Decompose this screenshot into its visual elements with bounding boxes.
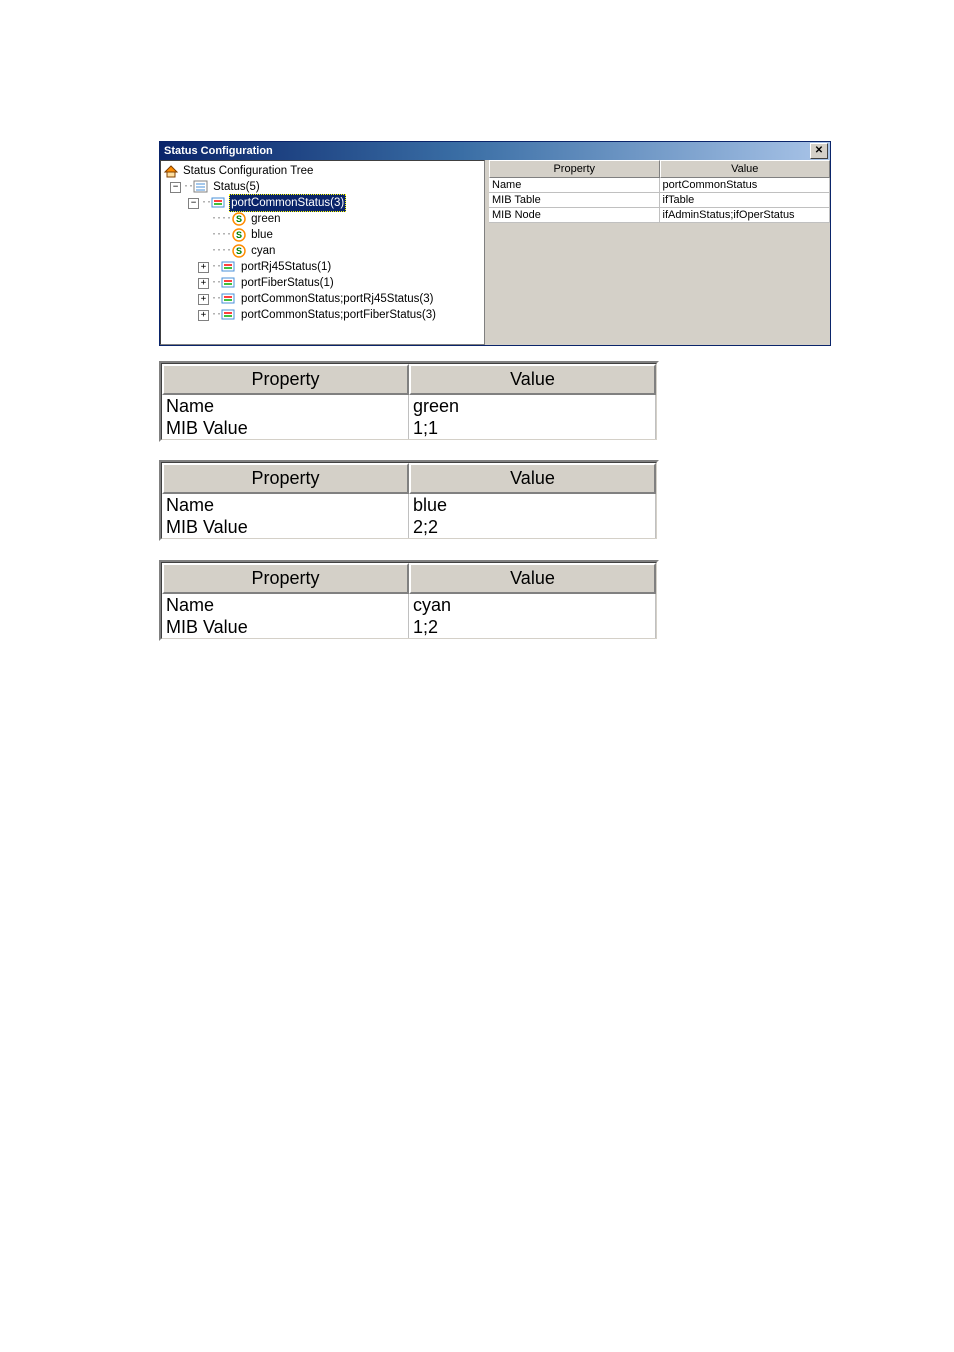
ptable-row[interactable]: MIB Value 1;1 xyxy=(162,417,656,439)
ptable-col-property[interactable]: Property xyxy=(162,563,409,594)
grid-cell-property: Name xyxy=(489,178,660,192)
titlebar[interactable]: Status Configuration ✕ xyxy=(160,142,830,160)
ptable-row[interactable]: Name cyan xyxy=(162,594,656,616)
tree-blue-label: blue xyxy=(249,227,275,243)
status-configuration-window: Status Configuration ✕ Status Configurat… xyxy=(159,141,831,346)
ptable-cell-value: 2;2 xyxy=(409,516,656,538)
ptable-cell-value: 1;1 xyxy=(409,417,656,439)
tree-pcs-rj45-label: portCommonStatus;portRj45Status(3) xyxy=(239,291,435,307)
ptable-cell-property: MIB Value xyxy=(162,616,409,638)
tree-node-cyan[interactable]: ···· S cyan xyxy=(163,243,482,259)
collapse-icon[interactable]: − xyxy=(170,182,181,193)
grid-header: Property Value xyxy=(489,160,830,178)
property-grid: Property Value Name portCommonStatus MIB… xyxy=(489,160,830,345)
ptable-row[interactable]: MIB Value 1;2 xyxy=(162,616,656,638)
grid-row[interactable]: MIB Node ifAdminStatus;ifOperStatus xyxy=(489,208,830,223)
module-icon xyxy=(221,259,237,275)
ptable-cell-property: MIB Value xyxy=(162,516,409,538)
status-tree[interactable]: Status Configuration Tree − ·· Status(5)… xyxy=(163,163,482,323)
module-icon xyxy=(221,291,237,307)
tree-node-status[interactable]: − ·· Status(5) xyxy=(163,179,482,195)
expand-icon[interactable]: + xyxy=(198,262,209,273)
module-icon xyxy=(221,307,237,323)
expand-icon[interactable]: + xyxy=(198,278,209,289)
ptable-cell-property: Name xyxy=(162,395,409,417)
window-title: Status Configuration xyxy=(164,142,273,160)
tree-pcs-fiber-label: portCommonStatus;portFiberStatus(3) xyxy=(239,307,438,323)
grid-cell-value: ifAdminStatus;ifOperStatus xyxy=(660,208,831,222)
ptable-header: Property Value xyxy=(162,463,656,494)
ptable-col-value[interactable]: Value xyxy=(409,563,656,594)
expand-icon[interactable]: + xyxy=(198,310,209,321)
status-s-icon: S xyxy=(231,243,247,259)
tree-node-portcommonstatus[interactable]: − ·· portCommonStatus(3) xyxy=(163,195,482,211)
ptable-col-value[interactable]: Value xyxy=(409,463,656,494)
grid-cell-property: MIB Node xyxy=(489,208,660,222)
tree-node-portrj45[interactable]: + ·· portRj45Status(1) xyxy=(163,259,482,275)
ptable-header: Property Value xyxy=(162,563,656,594)
grid-row[interactable]: Name portCommonStatus xyxy=(489,178,830,193)
status-s-icon: S xyxy=(231,227,247,243)
expand-icon[interactable]: + xyxy=(198,294,209,305)
tree-pane: Status Configuration Tree − ·· Status(5)… xyxy=(160,160,485,345)
property-table-green: Property Value Name green MIB Value 1;1 xyxy=(159,361,659,442)
ptable-cell-property: Name xyxy=(162,494,409,516)
module-icon xyxy=(211,195,227,211)
tree-pcs-label: portCommonStatus(3) xyxy=(229,194,346,212)
close-icon: ✕ xyxy=(815,142,823,160)
property-table-cyan: Property Value Name cyan MIB Value 1;2 xyxy=(159,560,659,641)
grid-cell-value: portCommonStatus xyxy=(660,178,831,192)
tree-root-label: Status Configuration Tree xyxy=(181,163,315,179)
ptable-cell-value: 1;2 xyxy=(409,616,656,638)
ptable-cell-value: green xyxy=(409,395,656,417)
ptable-col-value[interactable]: Value xyxy=(409,364,656,395)
ptable-header: Property Value xyxy=(162,364,656,395)
tree-node-pcs-fiber[interactable]: + ·· portCommonStatus;portFiberStatus(3) xyxy=(163,307,482,323)
list-icon xyxy=(193,179,209,195)
ptable-cell-property: MIB Value xyxy=(162,417,409,439)
tree-node-blue[interactable]: ···· S blue xyxy=(163,227,482,243)
svg-text:S: S xyxy=(236,246,242,256)
tree-rj45-label: portRj45Status(1) xyxy=(239,259,333,275)
col-property-header[interactable]: Property xyxy=(489,160,660,178)
ptable-col-property[interactable]: Property xyxy=(162,463,409,494)
ptable-cell-property: Name xyxy=(162,594,409,616)
grid-row[interactable]: MIB Table ifTable xyxy=(489,193,830,208)
ptable-col-property[interactable]: Property xyxy=(162,364,409,395)
close-button[interactable]: ✕ xyxy=(810,143,828,159)
home-icon xyxy=(163,163,179,179)
ptable-row[interactable]: Name blue xyxy=(162,494,656,516)
tree-node-pcs-rj45[interactable]: + ·· portCommonStatus;portRj45Status(3) xyxy=(163,291,482,307)
property-table-blue: Property Value Name blue MIB Value 2;2 xyxy=(159,460,659,541)
status-s-icon: S xyxy=(231,211,247,227)
tree-node-portfiber[interactable]: + ·· portFiberStatus(1) xyxy=(163,275,482,291)
tree-green-label: green xyxy=(249,211,282,227)
tree-cyan-label: cyan xyxy=(249,243,277,259)
ptable-row[interactable]: MIB Value 2;2 xyxy=(162,516,656,538)
tree-fiber-label: portFiberStatus(1) xyxy=(239,275,336,291)
ptable-cell-value: blue xyxy=(409,494,656,516)
grid-cell-property: MIB Table xyxy=(489,193,660,207)
svg-text:S: S xyxy=(236,214,242,224)
tree-status-label: Status(5) xyxy=(211,179,262,195)
module-icon xyxy=(221,275,237,291)
tree-node-green[interactable]: ···· S green xyxy=(163,211,482,227)
svg-text:S: S xyxy=(236,230,242,240)
collapse-icon[interactable]: − xyxy=(188,198,199,209)
ptable-row[interactable]: Name green xyxy=(162,395,656,417)
grid-cell-value: ifTable xyxy=(660,193,831,207)
tree-root[interactable]: Status Configuration Tree xyxy=(163,163,482,179)
col-value-header[interactable]: Value xyxy=(660,160,831,178)
ptable-cell-value: cyan xyxy=(409,594,656,616)
